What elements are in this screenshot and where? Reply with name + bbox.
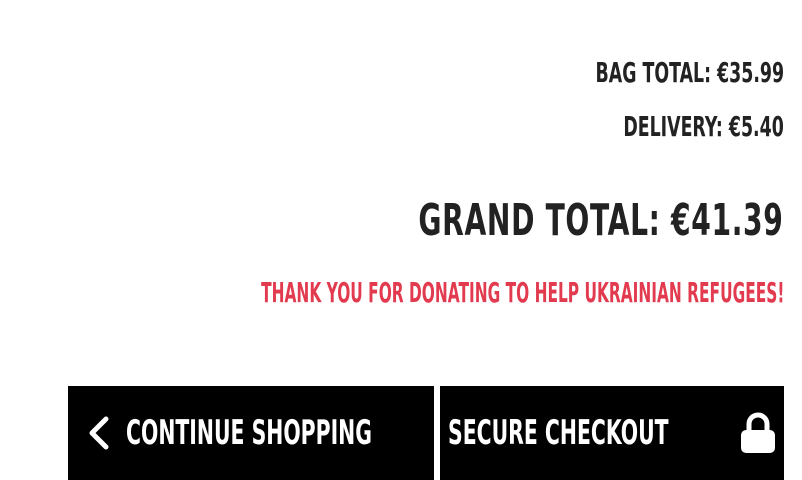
lock-icon bbox=[740, 412, 776, 454]
continue-shopping-button[interactable]: CONTINUE SHOPPING bbox=[68, 386, 434, 480]
donation-message-text: THANK YOU FOR DONATING TO HELP UKRAINIAN… bbox=[260, 276, 784, 309]
secure-checkout-label: SECURE CHECKOUT bbox=[448, 413, 669, 453]
bag-total: BAG TOTAL: €35.99 bbox=[480, 56, 784, 89]
bag-total-text: BAG TOTAL: €35.99 bbox=[595, 56, 784, 89]
donation-message: THANK YOU FOR DONATING TO HELP UKRAINIAN… bbox=[0, 276, 784, 309]
grand-total-text: GRAND TOTAL: €41.39 bbox=[418, 195, 784, 246]
delivery-cost-text: DELIVERY: €5.40 bbox=[623, 110, 784, 143]
chevron-left-icon bbox=[86, 415, 112, 451]
grand-total: GRAND TOTAL: €41.39 bbox=[213, 195, 784, 246]
continue-shopping-label: CONTINUE SHOPPING bbox=[126, 413, 372, 453]
delivery-cost: DELIVERY: €5.40 bbox=[525, 110, 784, 143]
secure-checkout-button[interactable]: SECURE CHECKOUT bbox=[440, 386, 784, 480]
